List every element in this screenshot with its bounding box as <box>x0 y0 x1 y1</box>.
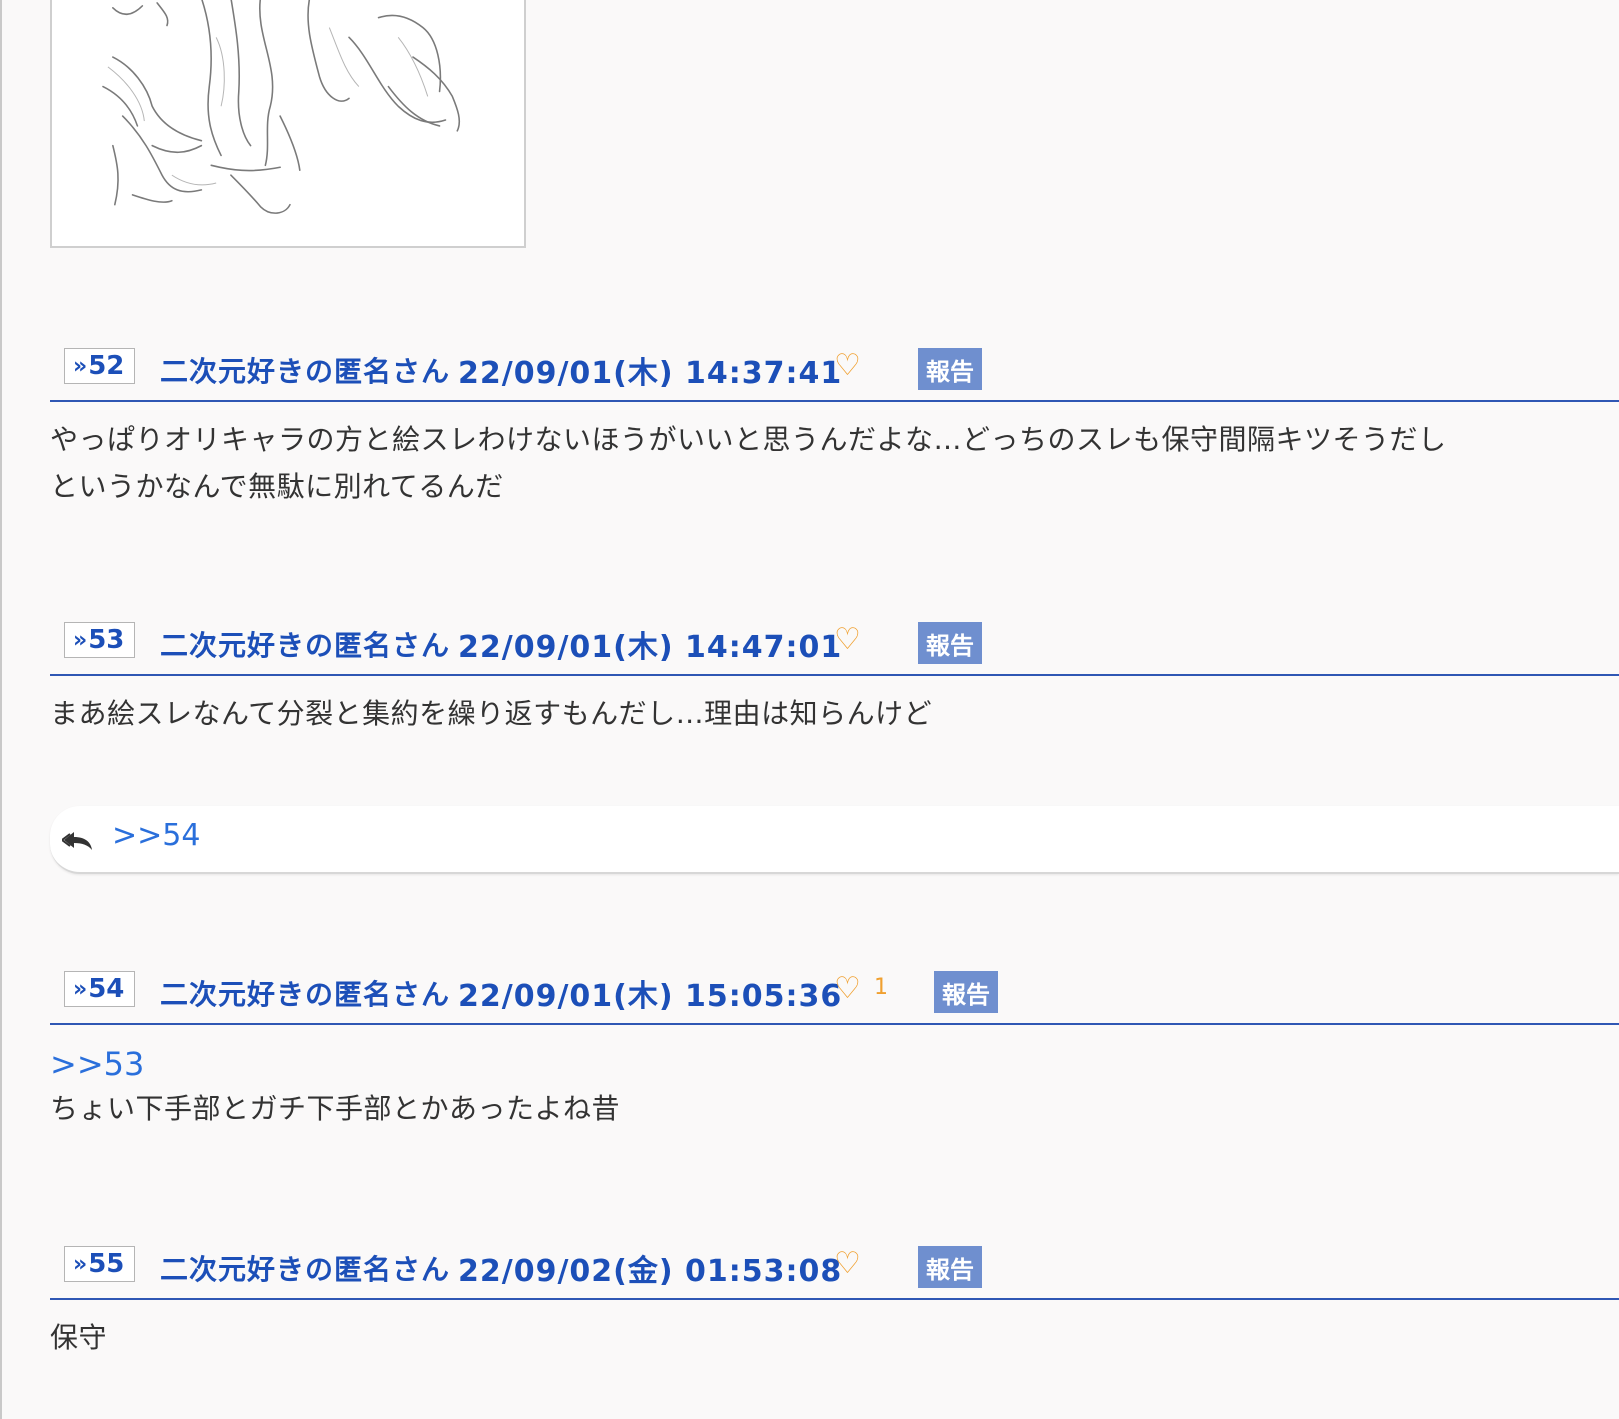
post-author: 二次元好きの匿名さん <box>160 1253 451 1286</box>
post-body-line: ちょい下手部とガチ下手部とかあったよね昔 <box>50 1092 621 1125</box>
post-body-line: やっぱりオリキャラの方と絵スレわけないほうがいいと思うんだよな…どっちのスレも保… <box>50 423 1447 456</box>
post-body-line: 保守 <box>50 1321 108 1354</box>
post-52: » 52 二次元好きの匿名さん 22/09/01(木) 14:37:41 ♡ 報… <box>50 344 1619 510</box>
heart-outline-icon[interactable]: ♡ <box>834 622 861 657</box>
post-body-line: まあ絵スレなんて分裂と集約を繰り返すもんだし…理由は知らんけど <box>50 697 933 730</box>
double-chevron-right-icon: » <box>73 353 88 379</box>
quote-anchor-link[interactable]: >>53 <box>50 1045 1619 1083</box>
post-date: 22/09/01(木) 14:37:41 <box>458 356 843 391</box>
post-author: 二次元好きの匿名さん <box>160 629 451 662</box>
report-button[interactable]: 報告 <box>934 971 998 1013</box>
reply-link[interactable]: >>54 <box>112 818 200 853</box>
heart-outline-icon[interactable]: ♡ <box>834 348 861 383</box>
post-body: まあ絵スレなんて分裂と集約を繰り返すもんだし…理由は知らんけど <box>50 690 1619 737</box>
report-button[interactable]: 報告 <box>918 1246 982 1288</box>
post-number-button[interactable]: » 54 <box>64 971 136 1007</box>
post-date: 22/09/01(木) 15:05:36 <box>458 979 843 1014</box>
post-header: » 53 二次元好きの匿名さん 22/09/01(木) 14:47:01 ♡ 報… <box>50 618 1619 676</box>
post-number: 54 <box>88 974 125 1004</box>
post-body: ちょい下手部とガチ下手部とかあったよね昔 <box>50 1085 1619 1132</box>
post-53: » 53 二次元好きの匿名さん 22/09/01(木) 14:47:01 ♡ 報… <box>50 618 1619 737</box>
post-number-button[interactable]: » 52 <box>64 348 136 384</box>
post-54: » 54 二次元好きの匿名さん 22/09/01(木) 15:05:36 ♡ 1… <box>50 967 1619 1132</box>
post-number: 53 <box>88 625 125 655</box>
double-chevron-right-icon: » <box>73 1251 88 1277</box>
post-date: 22/09/02(金) 01:53:08 <box>458 1254 843 1289</box>
like-count: 1 <box>874 975 888 1000</box>
post-number-button[interactable]: » 53 <box>64 622 136 658</box>
post-author: 二次元好きの匿名さん <box>160 978 451 1011</box>
post-body-line: というかなんで無駄に別れてるんだ <box>50 470 504 503</box>
left-border <box>0 0 2 1419</box>
post-55: » 55 二次元好きの匿名さん 22/09/02(金) 01:53:08 ♡ 報… <box>50 1242 1619 1361</box>
post-date: 22/09/01(木) 14:47:01 <box>458 630 843 665</box>
heart-outline-icon[interactable]: ♡ <box>834 1246 861 1281</box>
reply-arrow-icon <box>62 832 92 850</box>
double-chevron-right-icon: » <box>73 976 88 1002</box>
sketch-drawing <box>102 0 461 214</box>
post-header: » 55 二次元好きの匿名さん 22/09/02(金) 01:53:08 ♡ 報… <box>50 1242 1619 1300</box>
post-number: 55 <box>88 1249 125 1279</box>
replies-bar: >>54 <box>50 806 1619 874</box>
post-body: 保守 <box>50 1314 1619 1361</box>
double-chevron-right-icon: » <box>73 627 88 653</box>
report-button[interactable]: 報告 <box>918 622 982 664</box>
post-number: 52 <box>88 351 125 381</box>
heart-outline-icon[interactable]: ♡ <box>834 971 861 1006</box>
report-button[interactable]: 報告 <box>918 348 982 390</box>
attached-image-sketch[interactable] <box>50 0 526 248</box>
post-header: » 52 二次元好きの匿名さん 22/09/01(木) 14:37:41 ♡ 報… <box>50 344 1619 402</box>
post-number-button[interactable]: » 55 <box>64 1246 136 1282</box>
post-header: » 54 二次元好きの匿名さん 22/09/01(木) 15:05:36 ♡ 1… <box>50 967 1619 1025</box>
post-author: 二次元好きの匿名さん <box>160 355 451 388</box>
post-body: やっぱりオリキャラの方と絵スレわけないほうがいいと思うんだよな…どっちのスレも保… <box>50 416 1619 510</box>
